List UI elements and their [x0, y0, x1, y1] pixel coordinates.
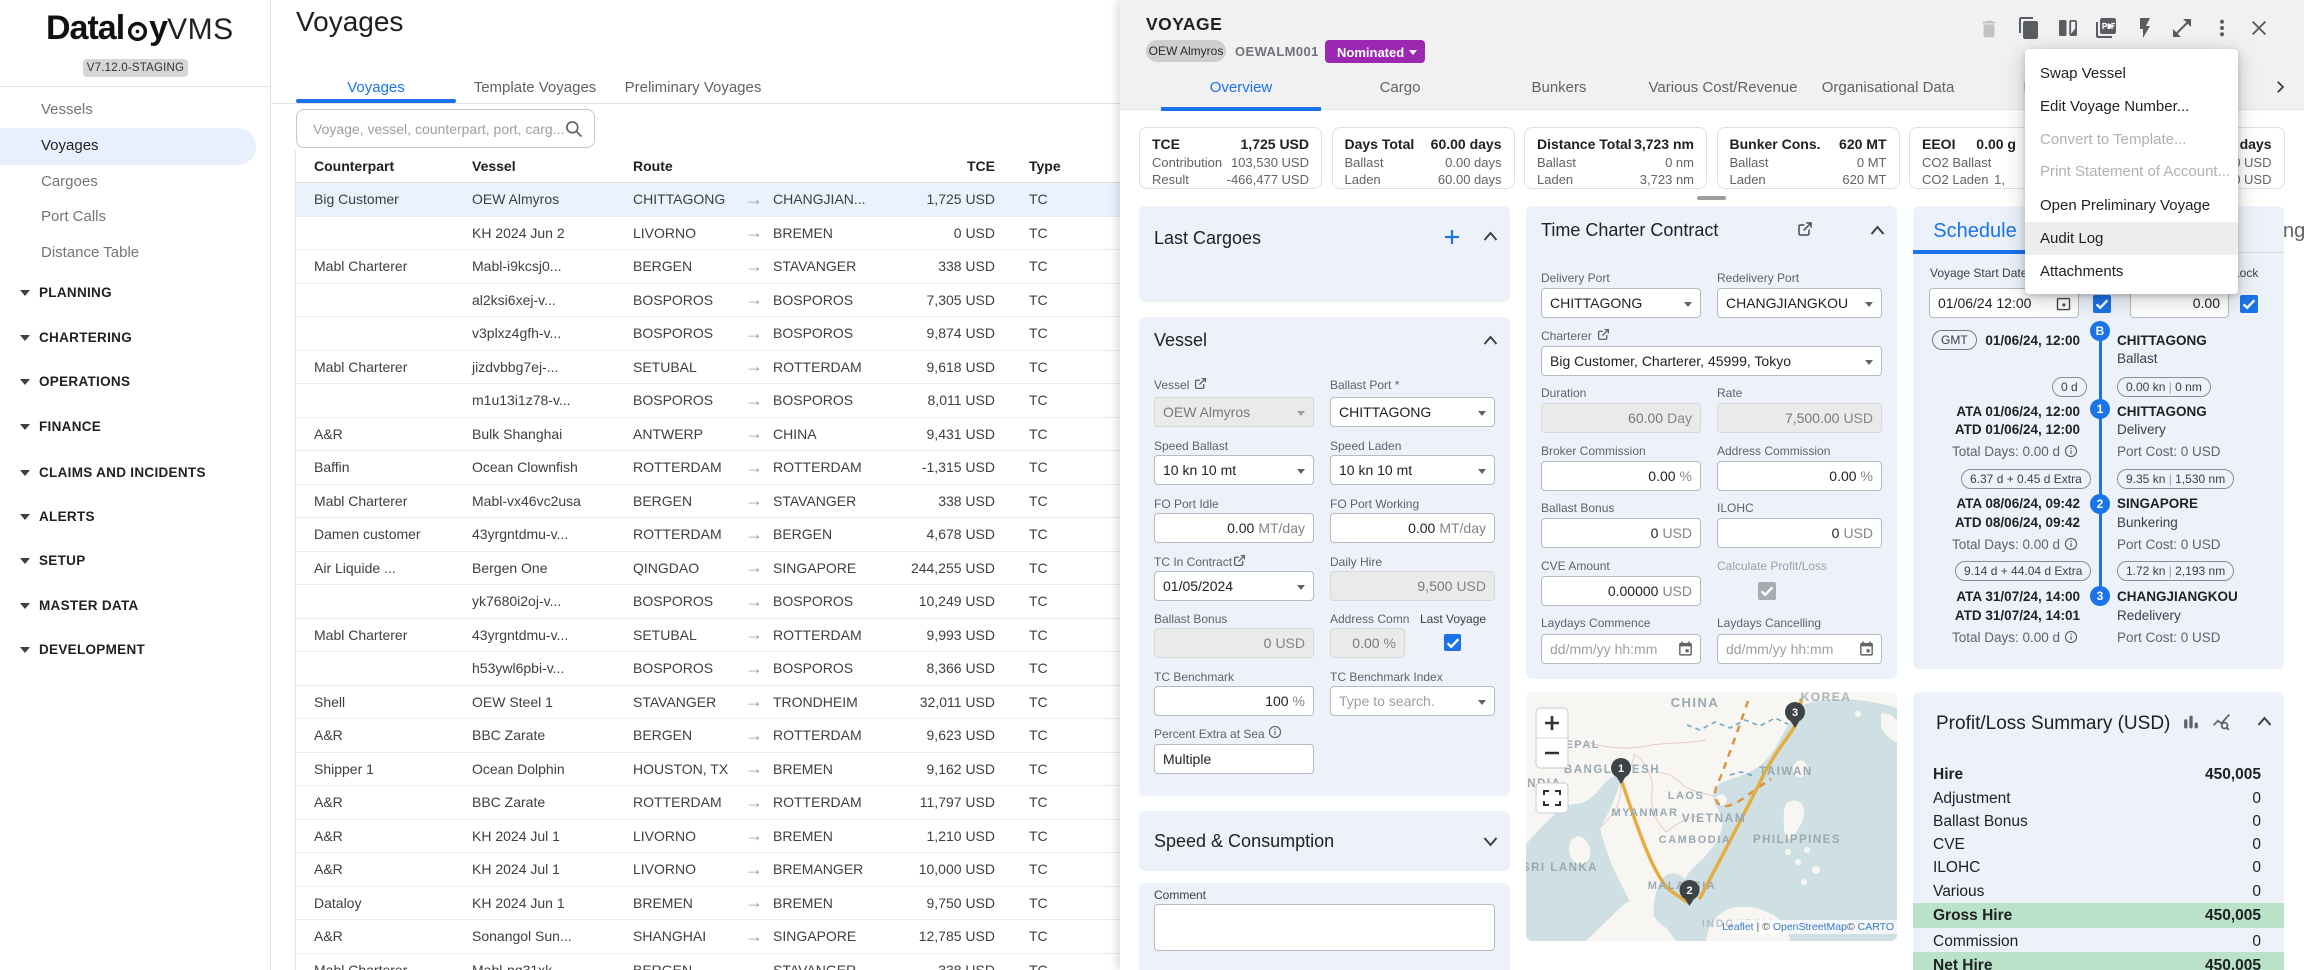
- svg-text:1: 1: [1618, 763, 1624, 775]
- svg-text:Leaflet | © OpenStreetMap© CAR: Leaflet | © OpenStreetMap© CARTO: [1722, 921, 1894, 933]
- svg-text:PHILIPPINES: PHILIPPINES: [1753, 834, 1841, 846]
- svg-text:3: 3: [1792, 707, 1798, 719]
- svg-text:2: 2: [1686, 885, 1692, 897]
- svg-text:CHINA: CHINA: [1671, 695, 1720, 710]
- svg-text:MYANMAR: MYANMAR: [1612, 807, 1679, 819]
- svg-text:LAOS: LAOS: [1668, 790, 1705, 802]
- svg-text:VIETNAM: VIETNAM: [1682, 811, 1747, 825]
- svg-text:SRI LANKA: SRI LANKA: [1526, 862, 1598, 874]
- svg-text:KOREA: KOREA: [1801, 692, 1852, 704]
- svg-text:CAMBODIA: CAMBODIA: [1659, 834, 1732, 846]
- svg-text:TAIWAN: TAIWAN: [1759, 766, 1813, 778]
